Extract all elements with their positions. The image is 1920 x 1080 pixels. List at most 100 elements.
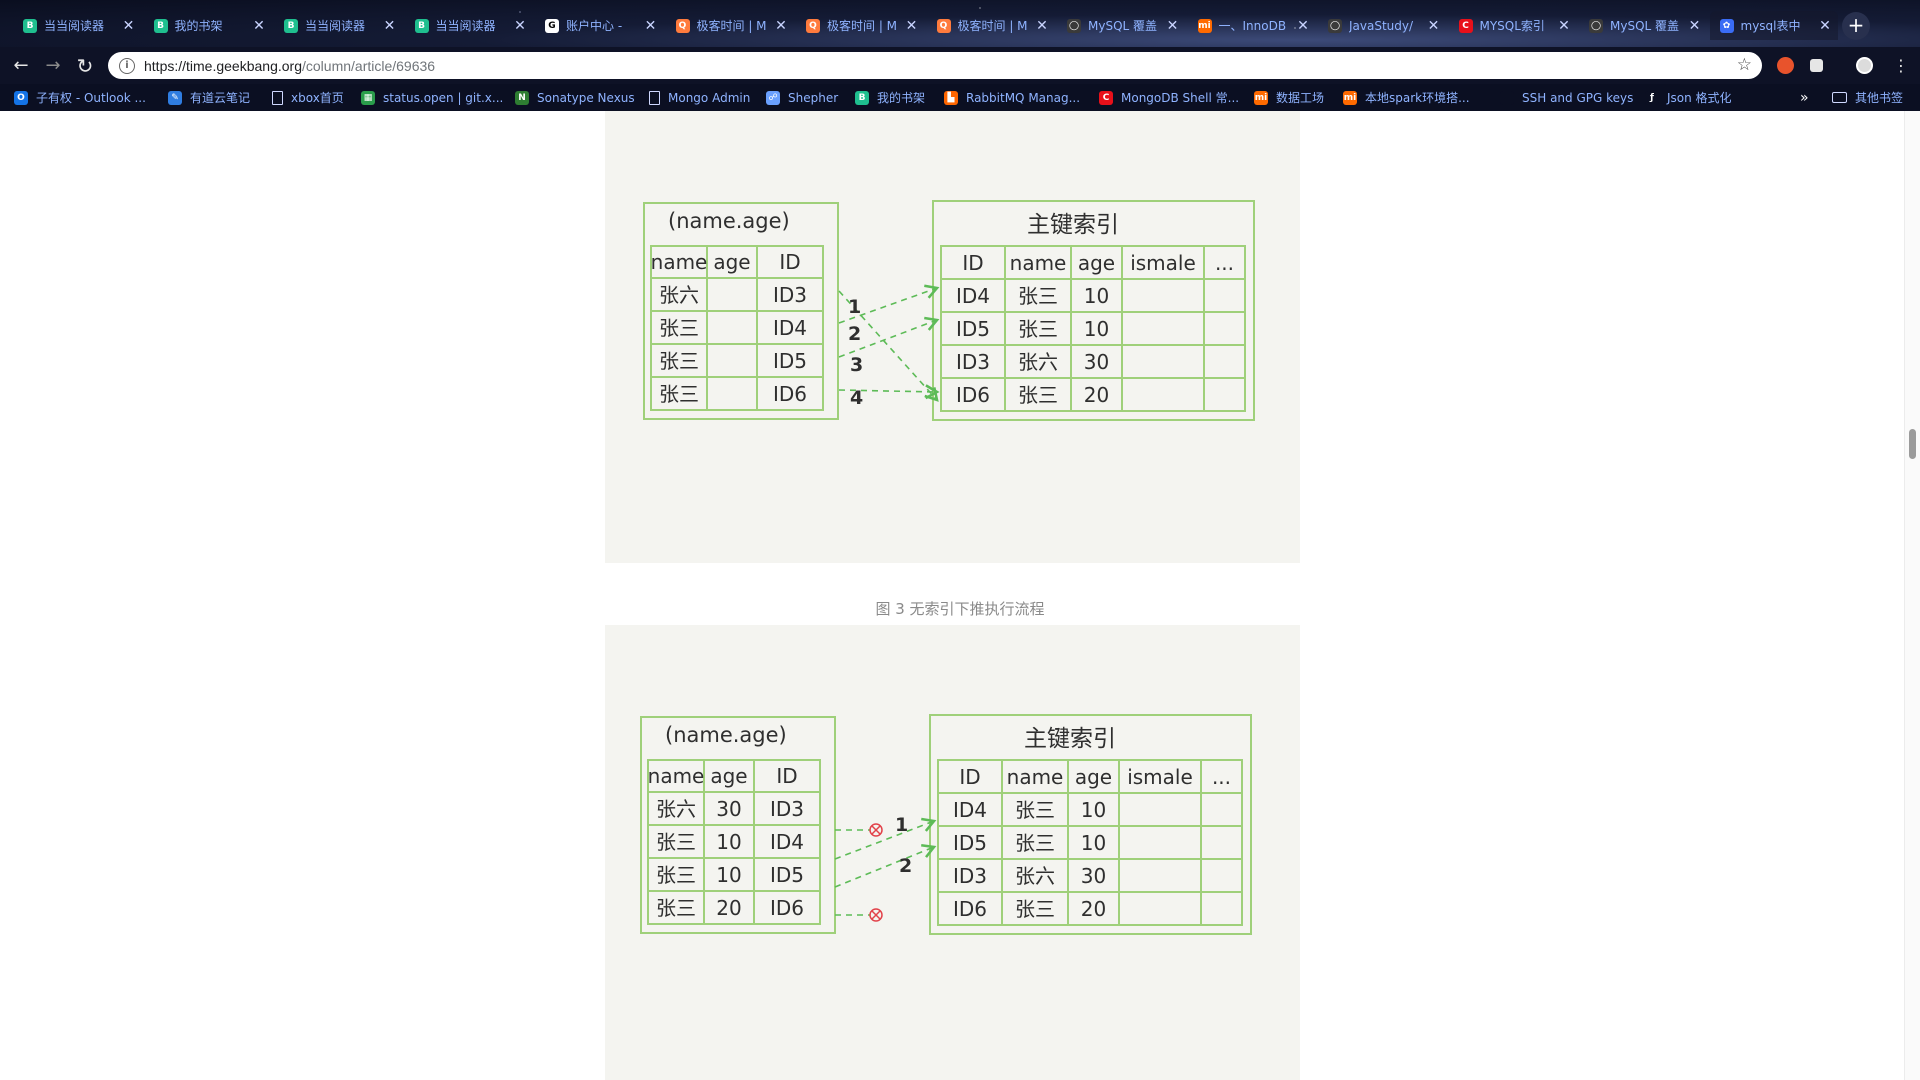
close-tab-icon[interactable]: ✕ xyxy=(905,18,919,34)
secondary-index-cell: 30 xyxy=(716,797,741,821)
close-tab-icon[interactable]: ✕ xyxy=(252,18,266,34)
bookmark-item-12[interactable]: SSH and GPG keys xyxy=(1500,84,1633,111)
mi-icon: mi xyxy=(1254,90,1268,105)
new-tab-button[interactable]: + xyxy=(1842,12,1870,40)
youdao-icon: ✎ xyxy=(168,90,182,105)
folder-icon xyxy=(1832,92,1847,103)
reload-icon[interactable]: ↻ xyxy=(72,53,98,79)
secondary-index-cell: 10 xyxy=(716,830,741,854)
tab-2[interactable]: B 当当阅读器 ✕ xyxy=(274,11,403,40)
address-bar[interactable]: i https://time.geekbang.org/column/artic… xyxy=(108,52,1762,79)
forward-arrow-icon[interactable]: → xyxy=(40,53,66,79)
secondary-index-cell: 张三 xyxy=(659,382,699,406)
bookmark-item-8[interactable]: ▙ RabbitMQ Manag... xyxy=(944,84,1080,111)
close-tab-icon[interactable]: ✕ xyxy=(1557,18,1571,34)
primary-index-cell: 张六 xyxy=(1018,350,1058,374)
tab-title: 极客时间 | M xyxy=(696,19,767,33)
figure-index-pushdown: (name.age) name age ID 张六 30 ID3 张三 10 ID4 张三 10 ID5… xyxy=(605,625,1300,1080)
extension-blocker-icon[interactable] xyxy=(1777,57,1794,74)
diagram-no-index-pushdown: (name.age)name age ID张六 ID3张三 ID4张三 ID5张三 ID6主… xyxy=(643,200,1255,421)
bookmark-item-6[interactable]: ☍ Shepher xyxy=(766,84,838,111)
browser-menu-icon[interactable]: ⋮ xyxy=(1888,53,1914,79)
dangdang-icon: B xyxy=(855,90,869,105)
tab-11[interactable]: C MYSQL索引 ✕ xyxy=(1449,11,1578,40)
tab-5[interactable]: Q 极客时间 | M ✕ xyxy=(666,11,795,40)
tab-7[interactable]: Q 极客时间 | M ✕ xyxy=(927,11,1056,40)
primary-index-cell: ID5 xyxy=(953,831,987,855)
bookmark-label: status.open | git.x... xyxy=(383,90,504,105)
tab-13[interactable]: ✿ mysql表中 ✕ xyxy=(1709,11,1838,40)
csdn-icon: C xyxy=(1458,18,1473,33)
bookmark-item-5[interactable]: Mongo Admin xyxy=(649,84,750,111)
back-arrow-icon[interactable]: ← xyxy=(8,53,34,79)
tab-3[interactable]: B 当当阅读器 ✕ xyxy=(405,11,534,40)
tab-12[interactable]: ◯ MySQL 覆盖 ✕ xyxy=(1579,11,1708,40)
geekbang-icon: Q xyxy=(675,18,690,33)
bookmarks-overflow-button[interactable]: » xyxy=(1800,84,1809,111)
close-tab-icon[interactable]: ✕ xyxy=(1427,18,1441,34)
site-info-icon[interactable]: i xyxy=(119,57,135,74)
bookmark-star-icon[interactable]: ☆ xyxy=(1737,55,1752,75)
close-tab-icon[interactable]: ✕ xyxy=(383,18,397,34)
tab-1[interactable]: B 我的书架 ✕ xyxy=(144,11,273,40)
tab-title: 当当阅读器 xyxy=(305,19,366,33)
bookmark-label: 子有权 - Outlook ... xyxy=(36,91,146,105)
bookmark-item-0[interactable]: O 子有权 - Outlook ... xyxy=(14,84,146,111)
dangdang-icon: B xyxy=(23,18,37,33)
bookmark-item-9[interactable]: C MongoDB Shell 常... xyxy=(1099,84,1239,111)
tab-6[interactable]: Q 极客时间 | M ✕ xyxy=(796,11,925,40)
bookmark-item-3[interactable]: ▦ status.open | git.x... xyxy=(361,84,503,111)
scrollbar-thumb[interactable] xyxy=(1909,429,1916,459)
tab-0[interactable]: B 当当阅读器 ✕ xyxy=(13,11,142,40)
primary-index-cell: 张三 xyxy=(1015,798,1055,822)
profile-avatar-icon[interactable] xyxy=(1856,57,1873,74)
dangdang-icon: B xyxy=(414,18,429,33)
bookmark-item-2[interactable]: xbox首页 xyxy=(272,84,344,111)
primary-index-cell: ID4 xyxy=(953,798,987,822)
primary-index-title: 主键索引 xyxy=(1027,212,1119,238)
tab-title: 账户中心 - xyxy=(566,19,623,33)
bookmark-item-10[interactable]: mi 数据工场 xyxy=(1254,84,1324,111)
page-scrollbar[interactable] xyxy=(1904,111,1920,1080)
secondary-index-cell: 10 xyxy=(716,863,741,887)
tab-9[interactable]: mi 一、InnoDB ✕ xyxy=(1188,11,1317,40)
bookmark-item-11[interactable]: mi 本地spark环境搭... xyxy=(1343,84,1470,111)
tab-title: 我的书架 xyxy=(174,19,223,33)
bookmark-item-4[interactable]: N Sonatype Nexus xyxy=(515,84,635,111)
github-icon: ◯ xyxy=(1589,18,1603,33)
bookmark-label: Mongo Admin xyxy=(668,90,751,105)
close-tab-icon[interactable]: ✕ xyxy=(1166,18,1180,34)
step-label: 2 xyxy=(848,323,861,345)
tab-4[interactable]: G 账户中心 - ✕ xyxy=(535,11,664,40)
bookmark-label: xbox首页 xyxy=(291,91,344,105)
primary-index-header: age xyxy=(1075,765,1112,789)
bookmark-item-1[interactable]: ✎ 有道云笔记 xyxy=(168,84,250,111)
secondary-index-cell: ID3 xyxy=(773,283,807,307)
bookmark-item-7[interactable]: B 我的书架 xyxy=(855,84,925,111)
step-label: 1 xyxy=(895,814,908,836)
sheet-icon: ▦ xyxy=(361,90,375,105)
bookmark-item-13[interactable]: ƒ Json 格式化 xyxy=(1645,84,1732,111)
secondary-index-cell: ID6 xyxy=(773,382,807,406)
close-tab-icon[interactable]: ✕ xyxy=(122,18,136,34)
browser-toolbar: ← → ↻ i https://time.geekbang.org/column… xyxy=(0,47,1920,84)
tab-10[interactable]: ◯ JavaStudy/ ✕ xyxy=(1318,11,1447,40)
dangdang-icon: B xyxy=(284,18,298,33)
close-tab-icon[interactable]: ✕ xyxy=(1688,18,1702,34)
close-tab-icon[interactable]: ✕ xyxy=(1035,18,1049,34)
primary-index-header: age xyxy=(1078,251,1115,275)
other-bookmarks-folder[interactable]: 其他书签 xyxy=(1832,84,1903,111)
tab-title: 当当阅读器 xyxy=(44,19,105,33)
close-tab-icon[interactable]: ✕ xyxy=(1818,18,1832,34)
close-tab-icon[interactable]: ✕ xyxy=(644,18,658,34)
extension-square-icon[interactable] xyxy=(1810,59,1823,72)
step-label: 1 xyxy=(848,296,861,318)
close-tab-icon[interactable]: ✕ xyxy=(1296,18,1310,34)
secondary-index-cell: 张三 xyxy=(656,830,696,854)
tab-title: MySQL 覆盖 xyxy=(1610,19,1680,33)
primary-index-cell: 张三 xyxy=(1018,284,1058,308)
primary-index-cell: 10 xyxy=(1081,831,1106,855)
close-tab-icon[interactable]: ✕ xyxy=(774,18,788,34)
close-tab-icon[interactable]: ✕ xyxy=(513,18,527,34)
tab-8[interactable]: ◯ MySQL 覆盖 ✕ xyxy=(1057,11,1186,40)
